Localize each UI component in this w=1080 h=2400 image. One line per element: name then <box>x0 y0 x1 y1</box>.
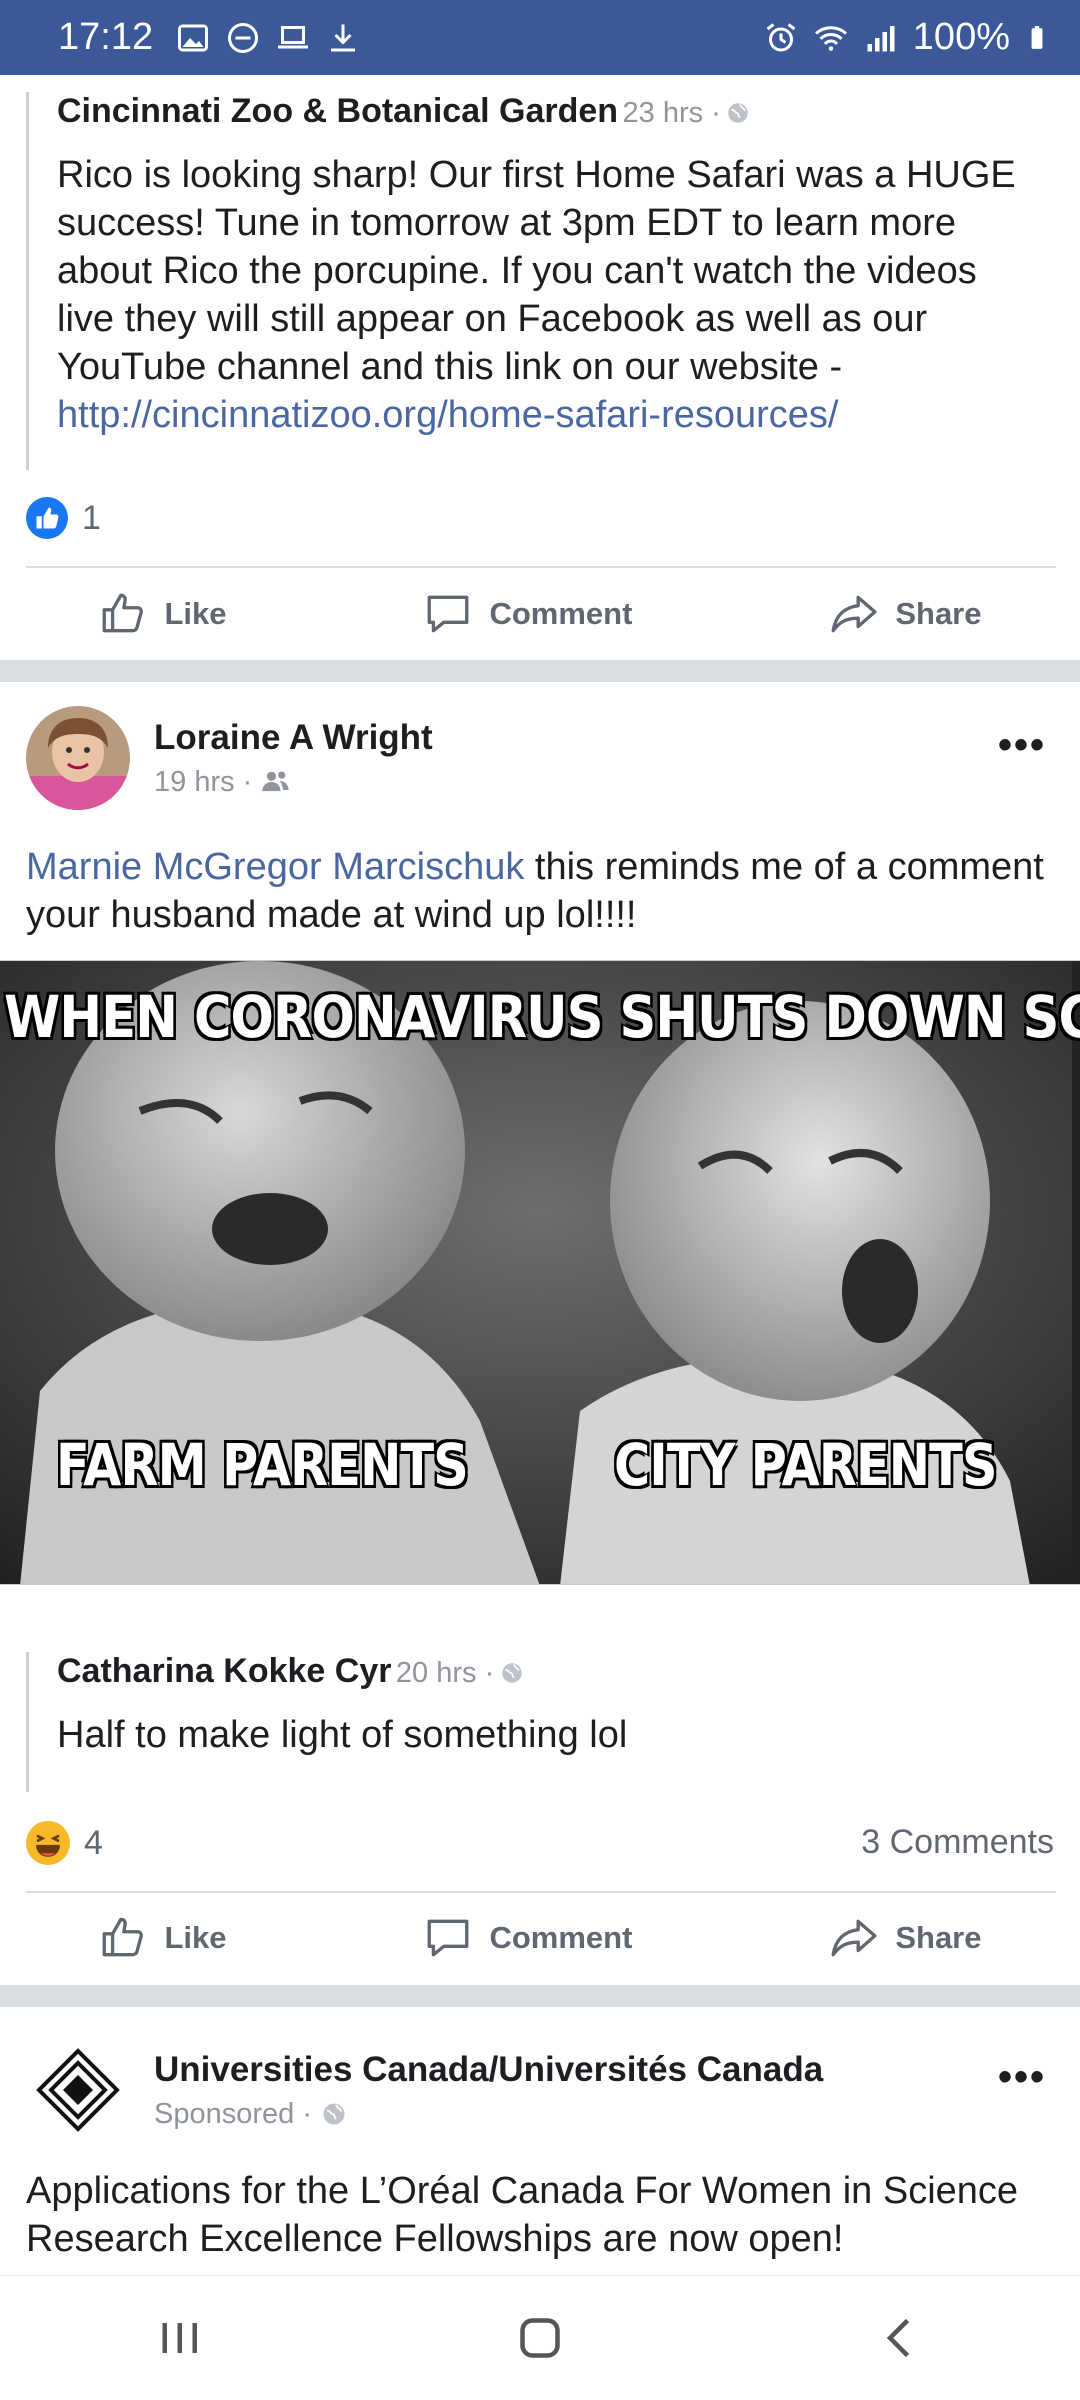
post-separator <box>0 1985 1080 2007</box>
globe-icon <box>501 1663 522 1683</box>
battery-percent: 100% <box>912 16 1010 58</box>
comment-button[interactable]: Comment <box>423 1913 632 1963</box>
action-bar: Like Comment Share <box>0 569 1080 659</box>
globe-icon <box>728 103 749 123</box>
reaction-count: 4 <box>84 1823 103 1862</box>
laptop-icon <box>278 25 309 48</box>
shared-timestamp: 23 hrs · <box>622 97 721 129</box>
haha-reaction-icon <box>26 1821 70 1865</box>
shared-post[interactable]: Cincinnati Zoo & Botanical Garden 23 hrs… <box>26 92 1036 470</box>
meme-right-caption: CITY PARENTS <box>614 1431 997 1499</box>
thumbs-up-icon <box>103 593 144 633</box>
battery-icon <box>1031 25 1043 49</box>
shared-author[interactable]: Catharina Kokke Cyr <box>57 1652 391 1690</box>
post-separator <box>0 660 1080 682</box>
shared-text: Rico is looking sharp! Our first Home Sa… <box>57 154 1016 436</box>
navigation-bar <box>0 2275 1080 2400</box>
like-button[interactable]: Like <box>98 589 227 639</box>
reaction-count: 1 <box>82 498 101 537</box>
status-time: 17:12 <box>58 16 154 58</box>
post-text: Marnie McGregor Marcischuk this reminds … <box>26 846 1044 936</box>
post-timestamp[interactable]: 19 hrs · <box>154 766 252 799</box>
more-options-button[interactable]: ••• <box>998 2055 1046 2100</box>
recent-apps-icon[interactable] <box>150 2308 210 2368</box>
friends-icon <box>262 771 289 792</box>
globe-icon <box>323 2103 345 2125</box>
reaction-summary[interactable]: 4 <box>26 1821 103 1865</box>
comment-button[interactable]: Comment <box>423 589 632 639</box>
alarm-icon <box>766 22 796 51</box>
thumbs-up-icon <box>103 1917 144 1957</box>
share-icon <box>831 595 877 633</box>
share-button[interactable]: Share <box>829 1913 982 1963</box>
like-reaction-icon <box>26 497 68 539</box>
safari-resources-link[interactable]: http://cincinnatizoo.org/home-safari-res… <box>57 394 838 436</box>
comment-icon <box>428 595 469 633</box>
back-icon[interactable] <box>870 2308 930 2368</box>
wifi-icon <box>814 25 847 51</box>
post-header: Loraine A Wright 19 hrs · <box>26 706 433 810</box>
shared-timestamp: 20 hrs · <box>395 1657 495 1689</box>
mention-link[interactable]: Marnie McGregor Marcischuk <box>26 846 524 888</box>
meme-left-caption: FARM PARENTS <box>56 1431 469 1499</box>
more-options-button[interactable]: ••• <box>998 723 1046 768</box>
post-author[interactable]: Loraine A Wright <box>154 718 433 758</box>
like-button[interactable]: Like <box>98 1913 227 1963</box>
meme-image[interactable]: WHEN CORONAVIRUS SHUTS DOWN SCHOOL.. FAR… <box>0 960 1080 1585</box>
comment-icon <box>428 1919 469 1957</box>
reaction-summary[interactable]: 1 <box>26 497 101 539</box>
image-icon <box>178 24 209 51</box>
signal-icon <box>867 25 895 51</box>
download-icon <box>331 24 356 51</box>
home-icon[interactable] <box>510 2308 570 2368</box>
shared-text: Half to make light of something lol <box>57 1714 628 1756</box>
share-button[interactable]: Share <box>829 589 982 639</box>
comments-count-link[interactable]: 3 Comments <box>861 1823 1054 1862</box>
shared-author[interactable]: Cincinnati Zoo & Botanical Garden <box>57 92 618 130</box>
status-bar: 17:12 100% <box>0 0 1080 75</box>
meme-top-caption: WHEN CORONAVIRUS SHUTS DOWN SCHOOL.. <box>4 983 1080 1051</box>
sponsored-label[interactable]: Sponsored · <box>154 2098 312 2131</box>
divider-line <box>26 566 1056 568</box>
action-bar: Like Comment Share <box>0 1893 1080 1983</box>
do-not-disturb-icon <box>228 22 259 53</box>
post-author[interactable]: Universities Canada/Universités Canada <box>154 2050 823 2090</box>
avatar[interactable] <box>26 706 130 810</box>
universities-canada-logo[interactable] <box>26 2038 130 2142</box>
share-icon <box>831 1919 877 1957</box>
post-header: Universities Canada/Universités Canada S… <box>26 2038 823 2142</box>
post-text: Applications for the L’Oréal Canada For … <box>26 2170 1019 2260</box>
shared-post[interactable]: Catharina Kokke Cyr 20 hrs · Half to mak… <box>26 1652 1036 1792</box>
